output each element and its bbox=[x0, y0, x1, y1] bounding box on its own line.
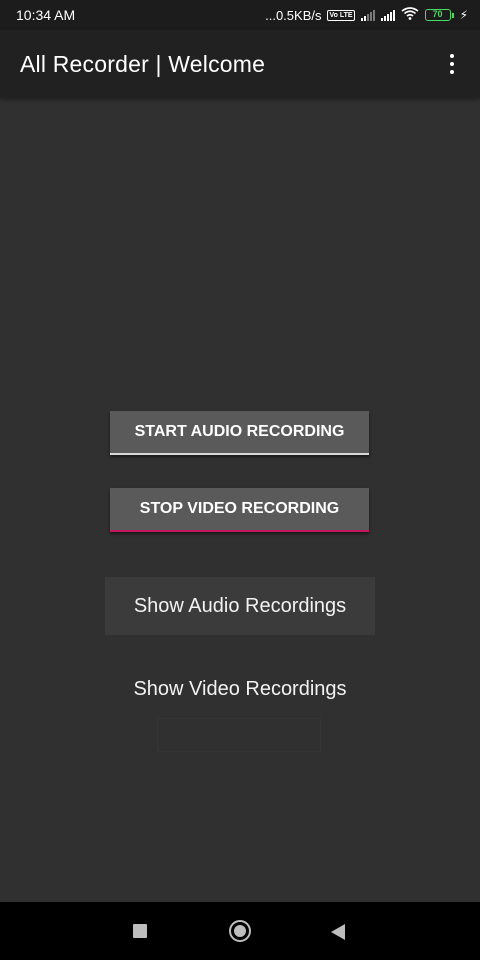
status-time: 10:34 AM bbox=[16, 7, 76, 23]
status-bar: 10:34 AM ...0.5KB/s Vo LTE 70 ⚡ bbox=[0, 0, 480, 30]
app-bar: All Recorder | Welcome bbox=[0, 30, 480, 98]
recents-square-icon[interactable] bbox=[133, 924, 147, 938]
wifi-icon bbox=[401, 7, 419, 23]
app-title: All Recorder | Welcome bbox=[20, 50, 266, 77]
back-triangle-icon[interactable] bbox=[331, 924, 345, 940]
signal-sim2-icon bbox=[360, 9, 375, 21]
faint-outline-element bbox=[157, 718, 321, 752]
battery-icon: 70 bbox=[424, 9, 454, 21]
status-icons: ...0.5KB/s Vo LTE 70 ⚡ bbox=[265, 7, 468, 23]
show-video-recordings-button[interactable]: Show Video Recordings bbox=[105, 660, 375, 718]
screen: 10:34 AM ...0.5KB/s Vo LTE 70 ⚡ All Reco… bbox=[0, 0, 480, 960]
signal-sim1-icon bbox=[380, 9, 395, 21]
stop-video-recording-button[interactable]: STOP VIDEO RECORDING bbox=[110, 488, 369, 532]
start-audio-recording-button[interactable]: START AUDIO RECORDING bbox=[110, 411, 369, 455]
battery-level: 70 bbox=[424, 9, 451, 21]
nav-bar bbox=[0, 902, 480, 960]
volte-icon: Vo LTE bbox=[327, 9, 355, 21]
more-vert-icon[interactable] bbox=[440, 52, 464, 76]
show-audio-recordings-button[interactable]: Show Audio Recordings bbox=[105, 577, 375, 635]
home-circle-icon[interactable] bbox=[229, 920, 251, 942]
charging-icon: ⚡ bbox=[459, 8, 468, 22]
net-speed: ...0.5KB/s bbox=[265, 7, 322, 23]
